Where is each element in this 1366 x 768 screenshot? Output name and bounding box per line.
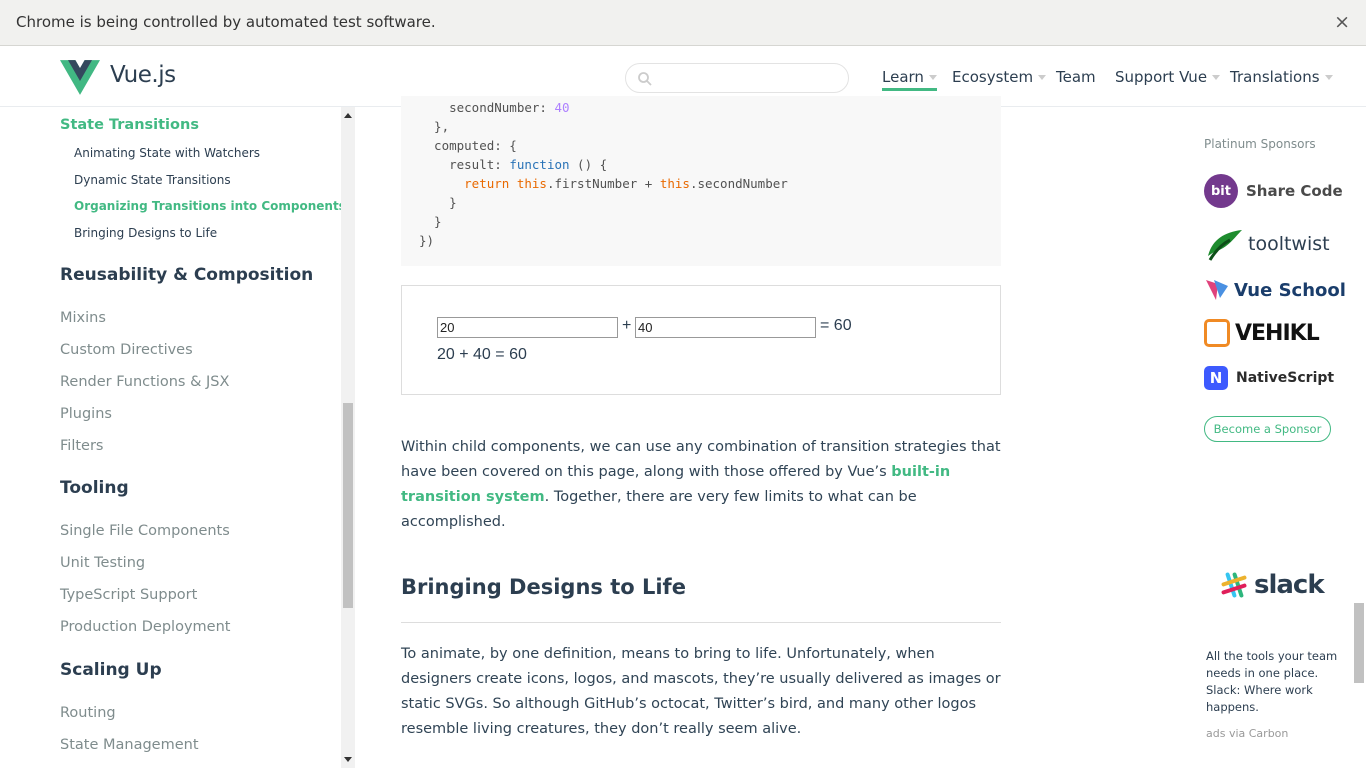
sidebar: State Transitions Animating State with W… [0,107,355,768]
chevron-down-icon [928,75,937,80]
sponsor-name: Share Code [1246,182,1343,200]
section-heading: Bringing Designs to Life [401,575,1001,623]
paragraph: To animate, by one definition, means to … [401,646,1001,737]
code-line: }, [419,119,450,134]
chevron-down-icon [1324,75,1333,80]
sidebar-scrollbar[interactable] [341,107,355,768]
code-line: } [419,195,457,210]
sidebar-subitem[interactable]: Bringing Designs to Life [74,226,217,240]
nav-ecosystem[interactable]: Ecosystem [952,68,1047,86]
scroll-up-icon[interactable] [344,113,352,118]
sidebar-link[interactable]: Routing [60,705,116,721]
sidebar-section-title: Scaling Up [60,660,162,680]
become-sponsor-button[interactable]: Become a Sponsor [1204,416,1331,442]
scroll-down-icon[interactable] [344,757,352,762]
plus-sign: + [622,317,632,334]
search-icon [638,72,652,86]
nativescript-logo-icon: N [1204,366,1228,390]
page-scrollbar[interactable] [1352,107,1366,768]
sidebar-link[interactable]: Single File Components [60,523,230,539]
sidebar-link[interactable]: Render Functions & JSX [60,374,229,390]
code-line: computed: { [419,138,517,153]
carbon-ad-text[interactable]: All the tools your team needs in one pla… [1206,648,1346,716]
sidebar-link[interactable]: Custom Directives [60,342,193,358]
sidebar-subitem[interactable]: Dynamic State Transitions [74,173,231,187]
sidebar-section-title: Reusability & Composition [60,265,314,285]
scrollbar-thumb[interactable] [343,403,353,608]
carbon-ad-image[interactable]: slack [1220,570,1325,600]
code-line: } [419,214,442,229]
code-block: secondNumber: 40 }, computed: { result: … [401,96,1001,266]
search-input[interactable] [625,63,849,93]
brand-name[interactable]: Vue.js [110,62,176,88]
chevron-down-icon [1038,75,1047,80]
nav-learn[interactable]: Learn [882,68,937,91]
result-text: = 60 [820,317,852,334]
infobar-message: Chrome is being controlled by automated … [16,13,436,31]
sidebar-link[interactable]: Plugins [60,406,112,422]
sponsor-vehikl[interactable]: VEHIKL [1204,315,1320,351]
sponsors-title: Platinum Sponsors [1204,137,1316,151]
sponsor-bit[interactable]: bit Share Code [1204,173,1343,209]
sidebar-link[interactable]: Mixins [60,310,106,326]
nav-translations[interactable]: Translations [1230,68,1333,86]
sponsor-tooltwist[interactable]: tooltwist [1204,226,1330,262]
nav-team[interactable]: Team [1056,68,1096,86]
slack-wordmark: slack [1254,570,1325,600]
nav-support-vue[interactable]: Support Vue [1115,68,1221,86]
sidebar-link[interactable]: Filters [60,438,103,454]
vue-logo-icon[interactable] [60,60,100,95]
first-number-input[interactable] [437,317,618,338]
sidebar-link[interactable]: Production Deployment [60,619,230,635]
carbon-via-link[interactable]: ads via Carbon [1206,727,1288,740]
sponsor-name: tooltwist [1248,233,1330,255]
second-number-input[interactable] [635,317,816,338]
sponsor-vueschool[interactable]: Vue School [1204,272,1346,308]
sponsor-name: NativeScript [1236,370,1335,386]
chevron-down-icon [1212,75,1221,80]
tooltwist-leaf-icon [1208,230,1242,261]
sidebar-subitem-active[interactable]: Organizing Transitions into Components [74,199,346,213]
code-line: secondNumber: 40 [419,100,570,115]
code-line: return this.firstNumber + this.secondNum… [464,176,788,191]
close-icon[interactable]: × [1334,11,1350,33]
vehikl-logo-icon [1204,319,1230,347]
demo-box: + = 60 20 + 40 = 60 [401,285,1001,395]
code-line: result: function () { [419,157,608,172]
vueschool-logo-icon [1206,280,1228,300]
scrollbar-thumb[interactable] [1354,603,1364,683]
slack-logo-icon [1221,572,1247,598]
sidebar-link[interactable]: Unit Testing [60,555,145,571]
sidebar-item-state-transitions[interactable]: State Transitions [60,117,199,133]
bit-logo-icon: bit [1204,174,1238,208]
automation-infobar: Chrome is being controlled by automated … [0,0,1366,46]
sponsor-nativescript[interactable]: N NativeScript [1204,360,1334,396]
sidebar-section-title: Tooling [60,478,129,498]
paragraph: Within child components, we can use any … [401,439,1001,530]
code-line: }) [419,233,435,248]
sponsor-name: VEHIKL [1235,320,1320,346]
sponsor-name: Vue School [1234,279,1346,301]
sidebar-subitem[interactable]: Animating State with Watchers [74,146,260,160]
summary-text: 20 + 40 = 60 [437,346,527,363]
sidebar-link[interactable]: TypeScript Support [60,587,197,603]
sidebar-link[interactable]: State Management [60,737,199,753]
